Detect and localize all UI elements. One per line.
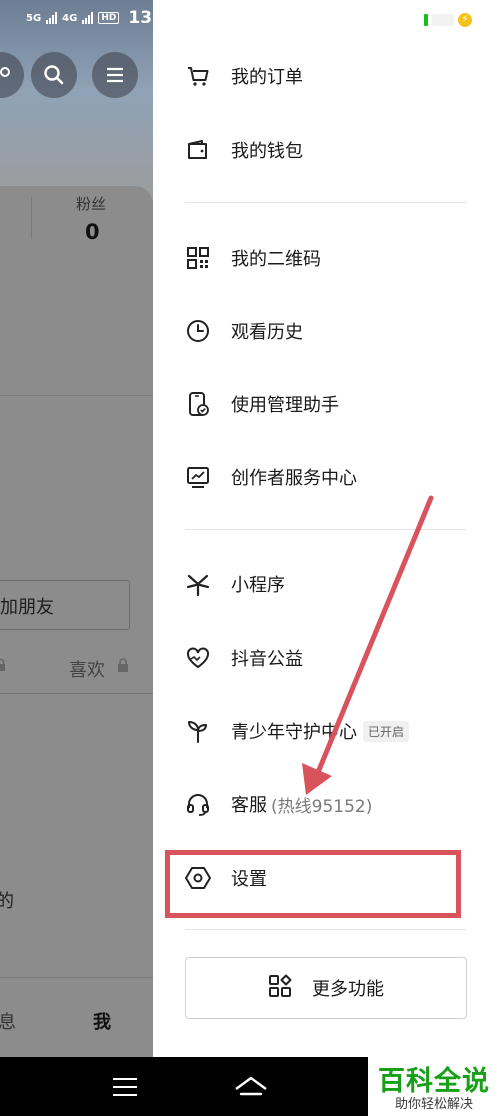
menu-label: 我的订单 [231,67,303,88]
menu-label: 使用管理助手 [231,395,339,416]
hamburger-icon[interactable] [113,1078,137,1096]
more-features-button[interactable]: 更多功能 [185,957,467,1019]
net-5g: 5G [26,12,42,24]
settings-highlight-box [165,850,461,918]
search-icon [44,65,64,85]
status-bar-left: 5G 4G HD 13:34 [26,8,153,28]
net-4g: 4G [62,12,78,24]
menu-item-usage-assistant[interactable]: 使用管理助手 [185,384,455,424]
stat-divider [31,197,32,239]
lock-icon [0,658,5,671]
profile-background: 5G 4G HD 13:34 粉丝 0 加朋友 喜欢 的 息 我 [0,0,153,1057]
fans-count: 0 [85,220,100,244]
headset-icon [185,791,211,817]
monitor-chart-icon [185,464,211,490]
home-icon[interactable] [233,1075,269,1099]
menu-label: 我的钱包 [231,141,303,162]
heart-hand-icon [185,645,211,671]
hamburger-icon [107,67,123,83]
divider-3 [0,977,153,978]
battery-icon [432,14,454,26]
profile-header-bg [0,0,153,200]
bottom-tab-messages[interactable]: 息 [0,1008,16,1034]
menu-item-orders[interactable]: 我的订单 [185,56,455,96]
status-badge: 已开启 [363,720,410,742]
watermark-subtitle: 助你轻松解决 [394,1097,473,1112]
add-friend-button[interactable]: 加朋友 [0,580,130,630]
menu-item-creator-center[interactable]: 创作者服务中心 [185,457,455,497]
divider-1 [0,395,153,396]
divider-2 [0,693,153,694]
sprout-icon [185,718,211,744]
wallet-icon [185,137,211,163]
phone-check-icon [185,391,211,417]
fans-label: 粉丝 [76,195,107,213]
charging-icon: ⚡ [458,13,472,27]
more-features-label: 更多功能 [312,979,384,1000]
people-icon [0,67,10,77]
clock-icon [185,318,211,344]
bottom-tab-me[interactable]: 我 [93,1008,111,1034]
menu-button[interactable] [92,52,138,98]
battery-indicator: ⚡ [424,13,472,27]
menu-item-support[interactable]: 客服 (热线95152) [185,784,455,824]
grid-icon [268,974,292,1002]
qrcode-icon [185,245,211,271]
menu-item-youth-mode[interactable]: 青少年守护中心 已开启 [185,711,455,751]
menu-item-charity[interactable]: 抖音公益 [185,638,455,678]
search-button[interactable] [31,52,77,98]
watermark: 百科全说 助你轻松解决 [368,1057,500,1116]
section-divider-3 [185,929,467,930]
partial-text: 的 [0,891,14,912]
likes-tab[interactable]: 喜欢 [69,656,105,682]
menu-item-qrcode[interactable]: 我的二维码 [185,238,455,278]
menu-item-wallet[interactable]: 我的钱包 [185,130,455,170]
lock-icon-2 [118,658,128,672]
battery-level [424,14,428,26]
add-friend-label: 加朋友 [0,597,54,618]
menu-label: 抖音公益 [231,649,303,670]
menu-label: 我的二维码 [231,249,321,270]
section-divider-1 [185,202,467,203]
menu-label: 青少年守护中心 [231,722,357,743]
asterisk-icon [185,571,211,597]
hd-badge: HD [98,12,120,24]
signal-icon [46,12,58,24]
support-hotline: (热线95152) [271,796,373,817]
menu-label: 创作者服务中心 [231,468,357,489]
cart-icon [185,63,211,89]
menu-label: 客服 [231,795,267,816]
signal-icon-2 [82,12,94,24]
menu-item-history[interactable]: 观看历史 [185,311,455,351]
menu-item-mini-programs[interactable]: 小程序 [185,564,455,604]
menu-label: 小程序 [231,575,285,596]
section-divider-2 [185,529,467,530]
status-time: 13:34 [128,8,153,28]
menu-label: 观看历史 [231,322,303,343]
